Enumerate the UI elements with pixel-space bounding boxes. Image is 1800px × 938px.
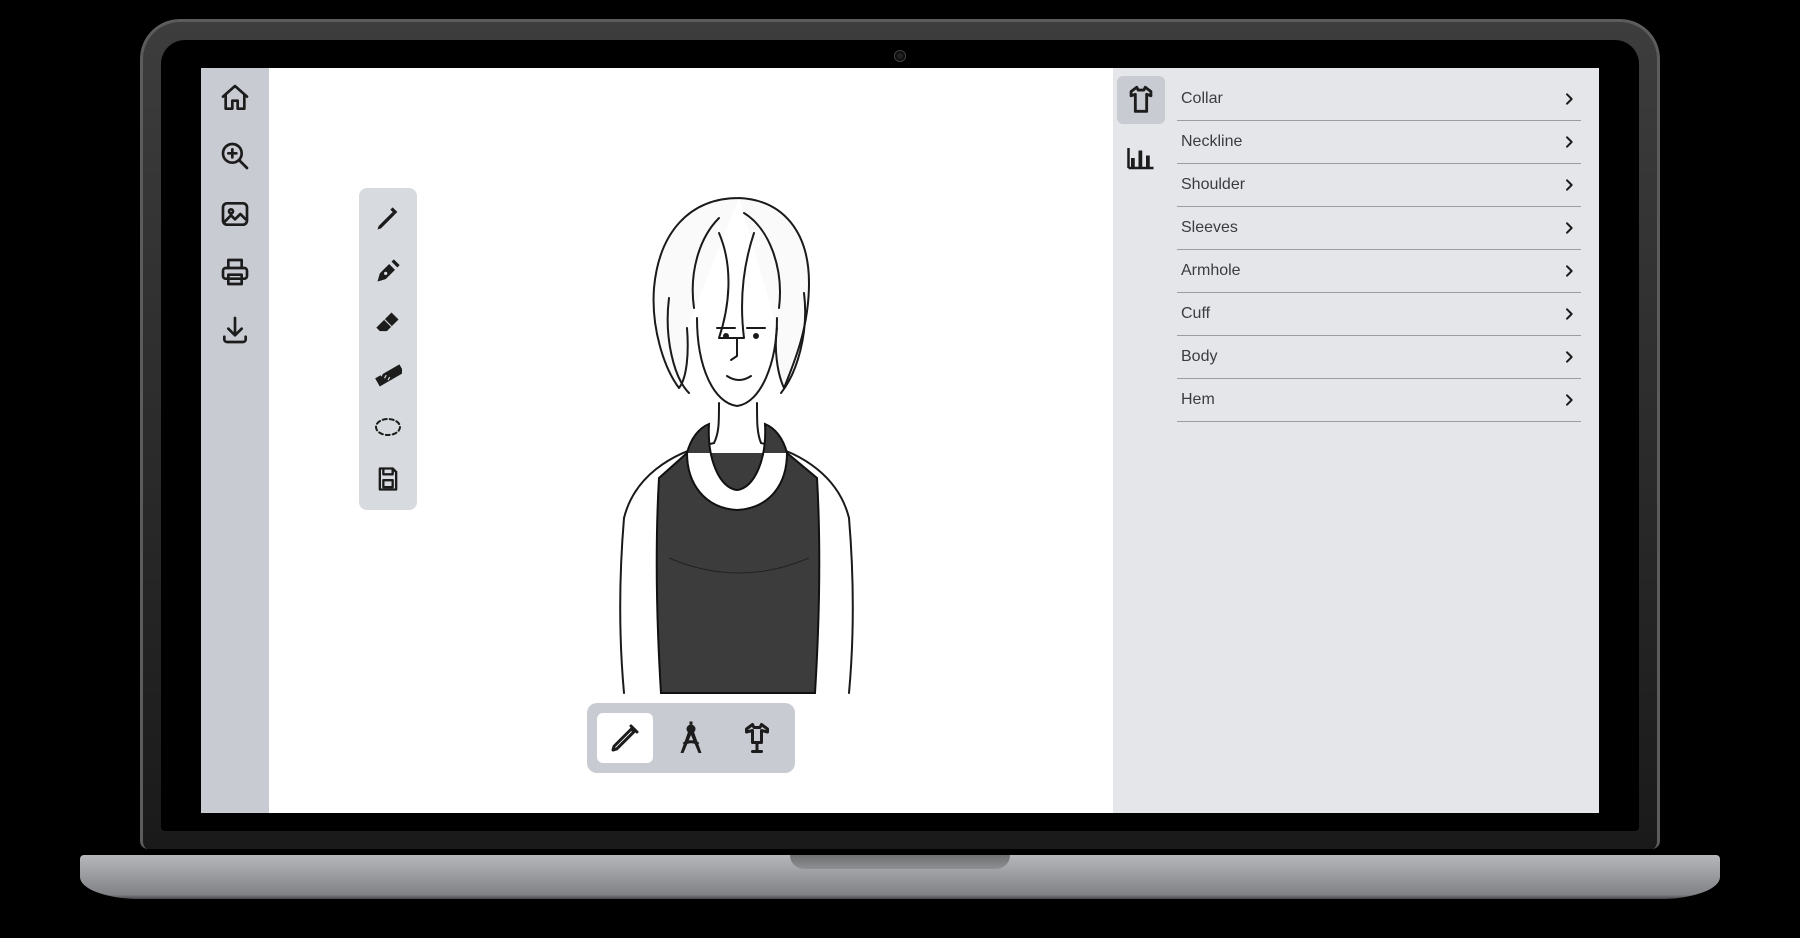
image-button[interactable] — [215, 194, 255, 234]
accordion-label: Collar — [1181, 90, 1223, 108]
laptop-base — [80, 855, 1720, 899]
properties-panel: Collar Neckline Shoulder Sleeves — [1169, 68, 1599, 813]
home-button[interactable] — [215, 78, 255, 118]
accordion-neckline[interactable]: Neckline — [1177, 121, 1581, 164]
canvas-area[interactable] — [269, 68, 1113, 813]
save-tool[interactable] — [371, 462, 405, 496]
chevron-right-icon — [1561, 263, 1577, 279]
pencil-outline-icon — [607, 720, 643, 756]
accordion-label: Neckline — [1181, 133, 1242, 151]
accordion-label: Sleeves — [1181, 219, 1238, 237]
mode-garment[interactable] — [729, 713, 785, 763]
laptop-frame: Collar Neckline Shoulder Sleeves — [80, 19, 1720, 919]
accordion-label: Body — [1181, 348, 1217, 366]
chevron-right-icon — [1561, 220, 1577, 236]
chevron-right-icon — [1561, 306, 1577, 322]
mode-bar — [587, 703, 795, 773]
zoom-in-button[interactable] — [215, 136, 255, 176]
accordion-shoulder[interactable]: Shoulder — [1177, 164, 1581, 207]
pencil-tool[interactable] — [371, 202, 405, 236]
screen-bezel: Collar Neckline Shoulder Sleeves — [161, 40, 1639, 831]
ruler-tool[interactable] — [371, 358, 405, 392]
eraser-icon — [374, 309, 402, 337]
mannequin-icon — [739, 720, 775, 756]
mode-sketch[interactable] — [597, 713, 653, 763]
app-screen: Collar Neckline Shoulder Sleeves — [201, 68, 1599, 813]
webcam — [894, 50, 906, 62]
accordion-label: Hem — [1181, 391, 1215, 409]
right-tab-strip — [1113, 68, 1169, 813]
chevron-right-icon — [1561, 177, 1577, 193]
laptop-lid: Collar Neckline Shoulder Sleeves — [140, 19, 1660, 849]
chevron-right-icon — [1561, 392, 1577, 408]
pen-nib-icon — [374, 257, 402, 285]
eraser-tool[interactable] — [371, 306, 405, 340]
chevron-right-icon — [1561, 134, 1577, 150]
accordion-body[interactable]: Body — [1177, 336, 1581, 379]
compass-icon — [673, 720, 709, 756]
accordion-hem[interactable]: Hem — [1177, 379, 1581, 422]
lasso-icon — [373, 416, 403, 438]
accordion-sleeves[interactable]: Sleeves — [1177, 207, 1581, 250]
download-icon — [219, 314, 251, 346]
tab-stats[interactable] — [1117, 134, 1165, 182]
printer-icon — [219, 256, 251, 288]
laptop-notch — [790, 855, 1010, 869]
home-icon — [219, 82, 251, 114]
floating-toolbar — [359, 188, 417, 510]
pen-tool[interactable] — [371, 254, 405, 288]
download-button[interactable] — [215, 310, 255, 350]
accordion-label: Cuff — [1181, 305, 1210, 323]
accordion-collar[interactable]: Collar — [1177, 78, 1581, 121]
tab-garment[interactable] — [1117, 76, 1165, 124]
zoom-in-icon — [219, 140, 251, 172]
picture-icon — [219, 198, 251, 230]
bar-chart-icon — [1126, 143, 1156, 173]
lasso-tool[interactable] — [371, 410, 405, 444]
tshirt-icon — [1124, 83, 1158, 117]
chevron-right-icon — [1561, 91, 1577, 107]
accordion-label: Shoulder — [1181, 176, 1245, 194]
pencil-icon — [374, 205, 402, 233]
canvas-sketch — [569, 178, 909, 698]
ruler-icon — [374, 361, 402, 389]
print-button[interactable] — [215, 252, 255, 292]
chevron-right-icon — [1561, 349, 1577, 365]
mode-measure[interactable] — [663, 713, 719, 763]
accordion-armhole[interactable]: Armhole — [1177, 250, 1581, 293]
left-rail — [201, 68, 269, 813]
save-icon — [374, 465, 402, 493]
accordion-cuff[interactable]: Cuff — [1177, 293, 1581, 336]
accordion-label: Armhole — [1181, 262, 1241, 280]
